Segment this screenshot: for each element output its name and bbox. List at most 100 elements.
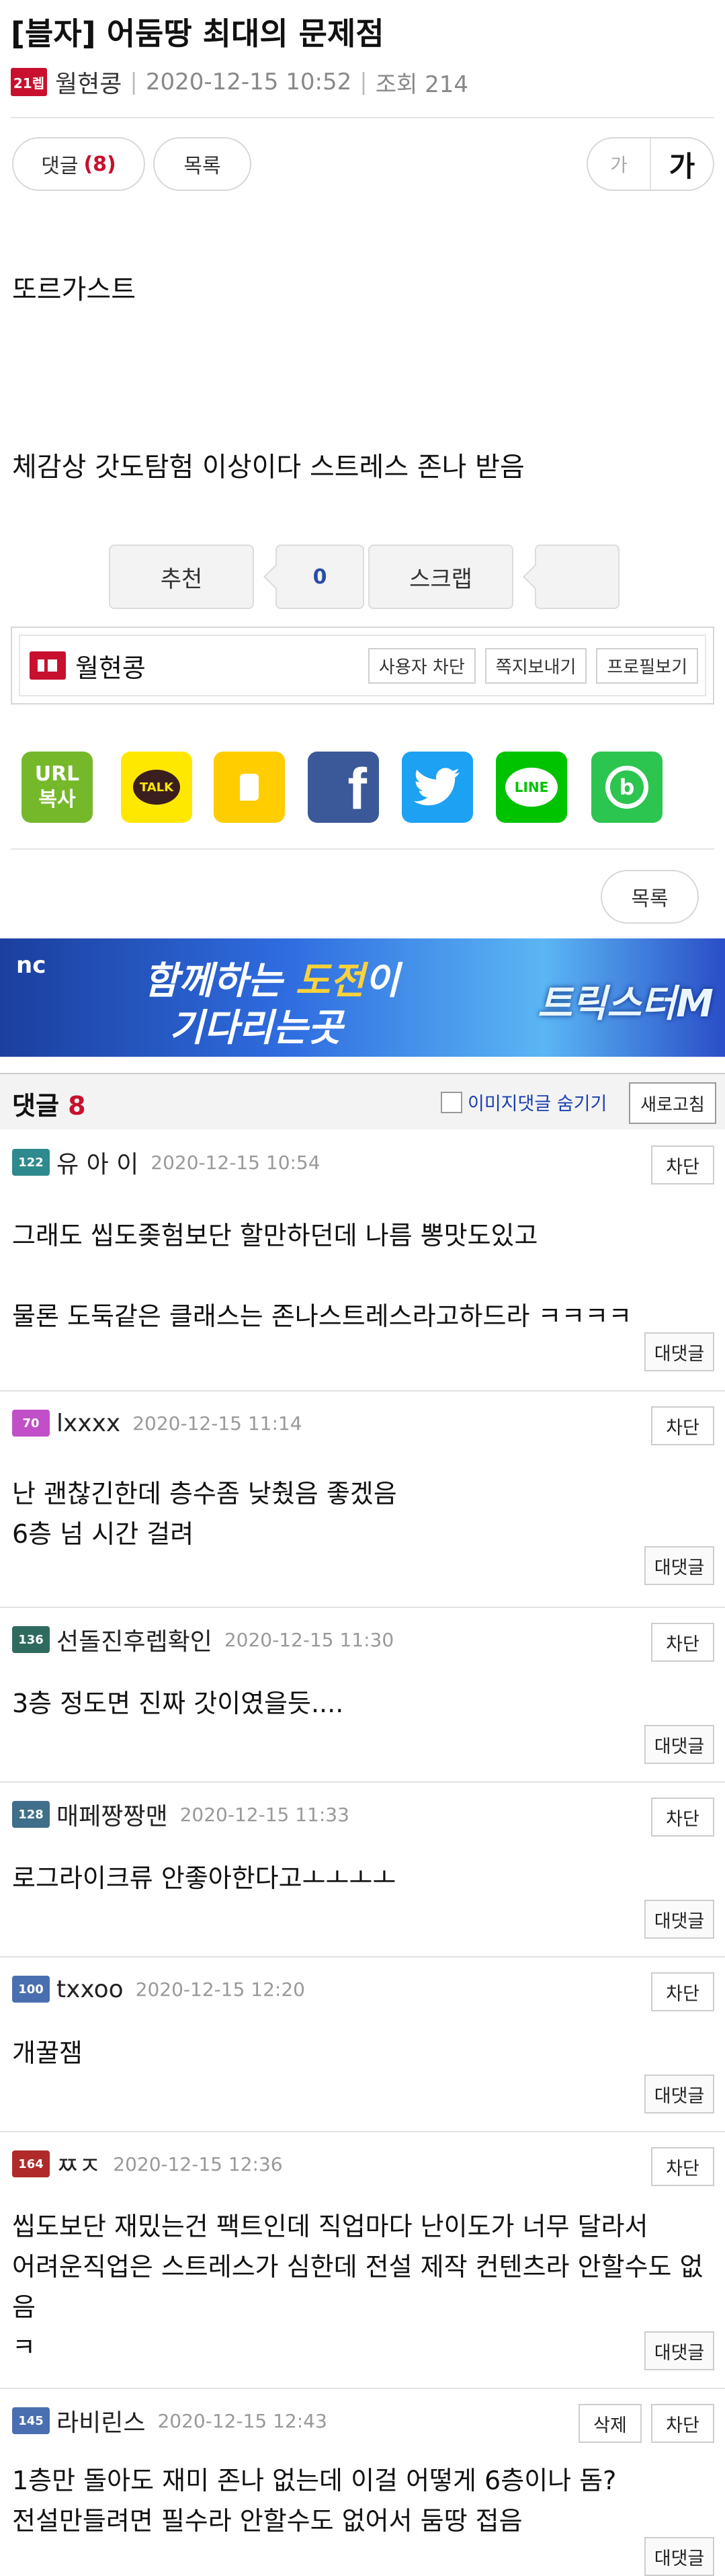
kakaotalk-icon: TALK — [133, 770, 180, 805]
comment-level-badge: 164 — [12, 2150, 50, 2177]
comment-block-button[interactable]: 차단 — [651, 1972, 714, 2011]
font-big-button[interactable]: 가 — [651, 138, 713, 190]
post-title: [블자] 어둠땅 최대의 문제점 — [11, 15, 384, 52]
comment-date: 2020-12-15 11:30 — [224, 1628, 394, 1651]
comment-level-badge: 100 — [12, 1976, 50, 2003]
comment-text: 그래도 씹도좆험보단 할만하던데 나름 뽕맛도있고 물론 도둑같은 클래스는 존… — [12, 1221, 632, 1331]
comment-nick[interactable]: txxoo — [56, 1976, 124, 2003]
line-icon: LINE — [505, 768, 558, 807]
banner-line1-pre: 함께하는 — [144, 959, 296, 1003]
block-user-button[interactable]: 사용자 차단 — [368, 647, 476, 684]
comment-nick[interactable]: 유 아 이 — [56, 1145, 138, 1180]
hide-image-comments-checkbox[interactable] — [441, 1091, 462, 1113]
comment-date: 2020-12-15 12:20 — [135, 1978, 305, 2001]
font-small-button[interactable]: 가 — [588, 138, 651, 190]
author-level-icon — [30, 651, 66, 680]
meta-separator: | — [359, 69, 368, 95]
recommend-button[interactable]: 추천 — [109, 545, 254, 609]
list-label: 목록 — [183, 155, 221, 178]
facebook-share-button[interactable]: f — [308, 752, 379, 823]
comment-block-button[interactable]: 차단 — [651, 1798, 714, 1837]
comment-header: 100 txxoo 2020-12-15 12:20 — [12, 1972, 305, 2006]
comment-reply-button[interactable]: 대댓글 — [644, 2537, 714, 2576]
comments-button[interactable]: 댓글 (8) — [12, 137, 145, 191]
author-nick[interactable]: 월현콩 — [55, 65, 122, 99]
comment-nick[interactable]: 매페짱짱맨 — [56, 1797, 168, 1832]
list-button-bottom[interactable]: 목록 — [601, 870, 699, 924]
font-size-control: 가 가 — [587, 137, 714, 191]
comment-block-button[interactable]: 차단 — [651, 1406, 714, 1445]
comment-item: 70 lxxxx 2020-12-15 11:14 차단 난 괜찮긴한데 층수좀… — [0, 1390, 725, 1608]
comment-block-button[interactable]: 차단 — [651, 1623, 714, 1662]
banner-line2: 기다리는곳 — [169, 1006, 343, 1050]
comment-level-badge: 70 — [12, 1410, 50, 1437]
kakaostory-share-button[interactable] — [214, 752, 285, 823]
meta-separator: | — [130, 69, 138, 95]
comment-nick[interactable]: ㅉㅈ — [56, 2146, 101, 2181]
banner-line1-post: 이 — [364, 959, 400, 1003]
comment-level-badge: 128 — [12, 1801, 50, 1828]
comments-title: 댓글 8 — [12, 1085, 86, 1122]
scrap-count — [523, 545, 620, 609]
level-glyph — [34, 655, 61, 676]
post-body-line1: 또르가스트 — [12, 274, 136, 305]
comment-text: 씹도보단 재밌는건 팩트인데 직업마다 난이도가 너무 달라서 어려운직업은 스… — [12, 2212, 703, 2362]
comments-title-count: 8 — [68, 1091, 86, 1121]
comments-label: 댓글 — [41, 155, 79, 178]
comment-header: 70 lxxxx 2020-12-15 11:14 — [12, 1406, 302, 1440]
comment-item: 145 라비린스 2020-12-15 12:43 삭제 차단 1층만 돌아도 … — [0, 2388, 725, 2576]
kakaotalk-share-button[interactable]: TALK — [121, 752, 192, 823]
banner-brand: nc — [16, 952, 46, 979]
comment-nick[interactable]: 선돌진후렙확인 — [56, 1622, 212, 1657]
comment-block-button[interactable]: 차단 — [651, 1145, 714, 1184]
comment-text: 난 괜찮긴한데 층수좀 낮췄음 좋겠음 6층 넘 시간 걸려 — [12, 1479, 397, 1549]
post-body-line2: 체감상 갓도탐험 이상이다 스트레스 존나 받음 — [12, 452, 525, 483]
comment-reply-button[interactable]: 대댓글 — [644, 1332, 714, 1371]
hide-image-comments-toggle[interactable]: 이미지댓글 숨기기 — [441, 1089, 607, 1115]
banner-line1-highlight: 도전 — [295, 959, 365, 1003]
comment-reply-button[interactable]: 대댓글 — [644, 1546, 714, 1585]
line-share-button[interactable]: LINE — [496, 752, 567, 823]
comment-reply-button[interactable]: 대댓글 — [644, 2075, 714, 2114]
twitter-icon — [414, 768, 460, 805]
comment-header: 122 유 아 이 2020-12-15 10:54 — [12, 1145, 321, 1179]
level-badge: 21렙 — [11, 68, 47, 96]
kakaostory-icon — [240, 774, 259, 801]
ad-banner[interactable]: nc 함께하는 도전이 기다리는곳 트릭스터M — [0, 938, 725, 1057]
comment-date: 2020-12-15 11:33 — [179, 1803, 349, 1826]
comment-text: 로그라이크류 안좋아한다고ㅗㅗㅗㅗ — [12, 1863, 396, 1893]
comment-header: 145 라비린스 2020-12-15 12:43 — [12, 2404, 327, 2438]
comment-delete-button[interactable]: 삭제 — [579, 2404, 642, 2443]
comment-block-button[interactable]: 차단 — [651, 2404, 714, 2443]
comment-nick[interactable]: lxxxx — [56, 1410, 120, 1437]
url-copy-button[interactable]: URL 복사 — [22, 752, 93, 823]
band-share-button[interactable]: b — [591, 752, 663, 823]
comment-reply-button[interactable]: 대댓글 — [644, 2331, 714, 2370]
post-date: 2020-12-15 10:52 — [145, 69, 352, 95]
comment-text: 1층만 돌아도 재미 존나 없는데 이걸 어떻게 6층이나 돔? 전설만들려면 … — [12, 2466, 617, 2536]
scrap-button[interactable]: 스크랩 — [368, 545, 513, 609]
divider — [11, 848, 714, 850]
comment-header: 128 매페짱짱맨 2020-12-15 11:33 — [12, 1798, 349, 1831]
list-button-label: 목록 — [631, 887, 669, 911]
comment-item: 100 txxoo 2020-12-15 12:20 차단 개꿀잼 대댓글 — [0, 1956, 725, 2132]
comment-item: 128 매페짱짱맨 2020-12-15 11:33 차단 로그라이크류 안좋아… — [0, 1781, 725, 1958]
twitter-share-button[interactable] — [402, 752, 473, 823]
comment-header: 136 선돌진후렙확인 2020-12-15 11:30 — [12, 1623, 394, 1656]
comment-header: 164 ㅉㅈ 2020-12-15 12:36 — [12, 2147, 283, 2181]
send-message-button[interactable]: 쪽지보내기 — [484, 647, 587, 684]
comment-nick[interactable]: 라비린스 — [56, 2403, 145, 2438]
url-copy-line2: 복사 — [38, 788, 76, 811]
recommend-count-value: 0 — [312, 565, 327, 589]
comment-block-button[interactable]: 차단 — [651, 2147, 714, 2186]
comment-date: 2020-12-15 11:14 — [132, 1412, 302, 1435]
comment-reply-button[interactable]: 대댓글 — [644, 1725, 714, 1764]
page: [블자] 어둠땅 최대의 문제점 21렙 월현콩 | 2020-12-15 10… — [0, 0, 725, 2576]
reload-comments-button[interactable]: 새로고침 — [629, 1082, 716, 1124]
comment-reply-button[interactable]: 대댓글 — [644, 1900, 714, 1939]
comment-date: 2020-12-15 10:54 — [151, 1151, 321, 1174]
author-box-nick[interactable]: 월현콩 — [75, 647, 146, 684]
banner-logo: 트릭스터M — [538, 982, 714, 1026]
view-profile-button[interactable]: 프로필보기 — [596, 647, 698, 684]
list-button-top[interactable]: 목록 — [153, 137, 251, 191]
